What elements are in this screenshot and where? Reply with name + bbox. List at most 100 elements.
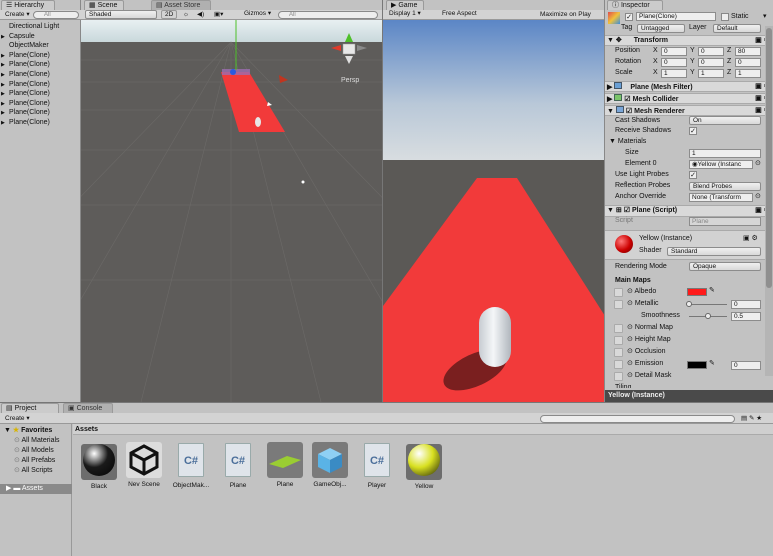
expand-arrow-icon[interactable]: ▶ [1,32,9,42]
project-search-input[interactable] [540,415,735,423]
hierarchy-create-button[interactable]: Create ▾ [2,10,33,19]
rotation-field[interactable]: 0 [661,58,687,67]
axis-label-position[interactable]: Z [727,46,731,56]
gizmos-dropdown[interactable]: Gizmos ▾ [241,10,274,19]
asset-item[interactable]: Nev Scene [122,442,166,488]
expand-arrow-icon[interactable]: ▶ [1,108,9,118]
light-probes-checkbox[interactable]: ✓ [689,171,697,179]
rotation-field[interactable]: 0 [735,58,761,67]
detail-mask-slot[interactable] [614,372,623,381]
metallic-slider-track[interactable] [689,304,727,305]
favorites-item[interactable]: ⊙ All Models [14,446,54,456]
inspector-scrollbar[interactable] [765,26,773,376]
axis-label-scale[interactable]: X [653,68,658,78]
inspector-scroll-thumb[interactable] [766,28,772,288]
transform-header[interactable]: ▼ ✥ Transform ▣ ⚙ [605,35,773,46]
expand-arrow-icon[interactable]: ▶ [1,51,9,61]
active-checkbox[interactable]: ✓ [625,13,633,21]
anchor-picker-icon[interactable]: ⊙ [755,192,761,202]
favorites-item[interactable]: ⊙ All Prefabs [14,456,55,466]
layer-dropdown[interactable]: Default [713,24,761,33]
position-field[interactable]: 80 [735,47,761,56]
receive-shadows-checkbox[interactable]: ✓ [689,127,697,135]
position-field[interactable]: 0 [698,47,724,56]
asset-item[interactable]: Black [77,442,121,490]
expand-arrow-icon[interactable]: ▶ [1,99,9,109]
position-field[interactable]: 0 [661,47,687,56]
element0-picker-icon[interactable]: ⊙ [755,159,761,169]
rendering-mode-dropdown[interactable]: Opaque [689,262,761,271]
mesh-collider-checkbox[interactable]: ☑ [622,96,630,103]
scale-field[interactable]: 1 [735,69,761,78]
rotation-field[interactable]: 0 [698,58,724,67]
hierarchy-item[interactable]: ▶ Plane(Clone) [1,108,50,118]
cast-shadows-dropdown[interactable]: On [689,116,761,125]
hierarchy-item[interactable]: ▶ Plane(Clone) [1,80,50,90]
tag-dropdown[interactable]: Untagged [637,24,685,33]
project-create-button[interactable]: Create ▾ [2,414,33,423]
scene-viewport[interactable]: Persp [81,20,382,402]
expand-arrow-icon[interactable]: ▶ [1,70,9,80]
metallic-slider-handle[interactable] [686,301,692,307]
favorites-item[interactable]: ⊙ All Scripts [14,466,53,476]
asset-item[interactable]: C# ObjectMak... [169,442,213,489]
materials-size-field[interactable]: 1 [689,149,761,158]
static-dropdown-icon[interactable]: ▾ [763,12,767,22]
scale-field[interactable]: 1 [661,69,687,78]
element0-field[interactable]: ◉Yellow (Instanc [689,160,753,169]
light-icon[interactable]: ☼ [180,10,192,19]
material-settings-icon[interactable]: ▣ ⚙ [743,234,758,244]
smoothness-field[interactable]: 0.5 [731,312,761,321]
asset-item[interactable]: C# Plane [216,442,260,489]
axis-label-rotation[interactable]: Y [690,57,695,67]
scene-capsule[interactable] [255,117,261,127]
aspect-dropdown[interactable]: Free Aspect [439,10,529,19]
anchor-override-field[interactable]: None (Transform [689,193,753,202]
hierarchy-item[interactable]: ▶ Plane(Clone) [1,70,50,80]
smoothness-slider-handle[interactable] [705,313,711,319]
display-dropdown[interactable]: Display 1 ▾ [386,10,430,19]
object-name-field[interactable]: Plane(Clone) [636,12,716,21]
tab-asset-store[interactable]: ▤ Asset Store [151,0,211,10]
expand-arrow-icon[interactable]: ▶ [1,89,9,99]
hierarchy-item[interactable]: ▶ Plane(Clone) [1,89,50,99]
expand-arrow-icon[interactable]: ▶ [1,80,9,90]
maximize-on-play-button[interactable]: Maximize on Play [537,10,594,19]
height-map-slot[interactable] [614,336,623,345]
normal-map-slot[interactable] [614,324,623,333]
metallic-texture-slot[interactable] [614,300,623,309]
move-handle-icon[interactable] [230,69,236,75]
persp-label[interactable]: Persp [341,77,359,84]
favorites-item[interactable]: ⊙ All Materials [14,436,60,446]
audio-icon[interactable]: ◀) [194,10,207,19]
asset-item[interactable]: Yellow [402,442,446,490]
emission-eyedropper-icon[interactable]: ✎ [709,359,715,369]
tab-console[interactable]: ▣ Console [63,403,113,413]
mesh-collider-header[interactable]: ▶ ☑ Mesh Collider ▣ ⚙ [605,93,773,104]
material-preview-bar[interactable]: Yellow (Instance) [605,390,773,402]
scale-field[interactable]: 1 [698,69,724,78]
albedo-eyedropper-icon[interactable]: ✎ [709,286,715,296]
scene-search-input[interactable]: All [278,11,378,19]
mesh-renderer-checkbox[interactable]: ☑ [624,108,632,115]
mode-2d-button[interactable]: 2D [161,10,178,19]
expand-arrow-icon[interactable]: ▶ [1,118,9,128]
emission-color-swatch[interactable] [687,361,707,369]
axis-label-position[interactable]: X [653,46,658,56]
script-checkbox[interactable]: ☑ [622,207,630,214]
mesh-filter-header[interactable]: ▶ Plane (Mesh Filter) ▣ ⚙ [605,81,773,92]
axis-label-rotation[interactable]: X [653,57,658,67]
albedo-color-swatch[interactable] [687,288,707,296]
occlusion-slot[interactable] [614,348,623,357]
expand-arrow-icon[interactable]: ▶ [1,60,9,70]
tab-hierarchy[interactable]: ☰ Hierarchy [1,0,55,10]
hierarchy-item[interactable]: ▶ Plane(Clone) [1,99,50,109]
emission-field[interactable]: 0 [731,361,761,370]
static-checkbox[interactable] [721,13,729,21]
asset-item[interactable]: GameObj... [308,442,352,488]
tab-project[interactable]: ▤ Project [1,403,59,413]
axis-label-scale[interactable]: Z [727,68,731,78]
hierarchy-item[interactable]: ▶ Capsule [1,32,35,42]
favorites-header[interactable]: ▼ ★ Favorites [4,426,52,436]
shader-dropdown[interactable]: Standard [667,247,761,256]
